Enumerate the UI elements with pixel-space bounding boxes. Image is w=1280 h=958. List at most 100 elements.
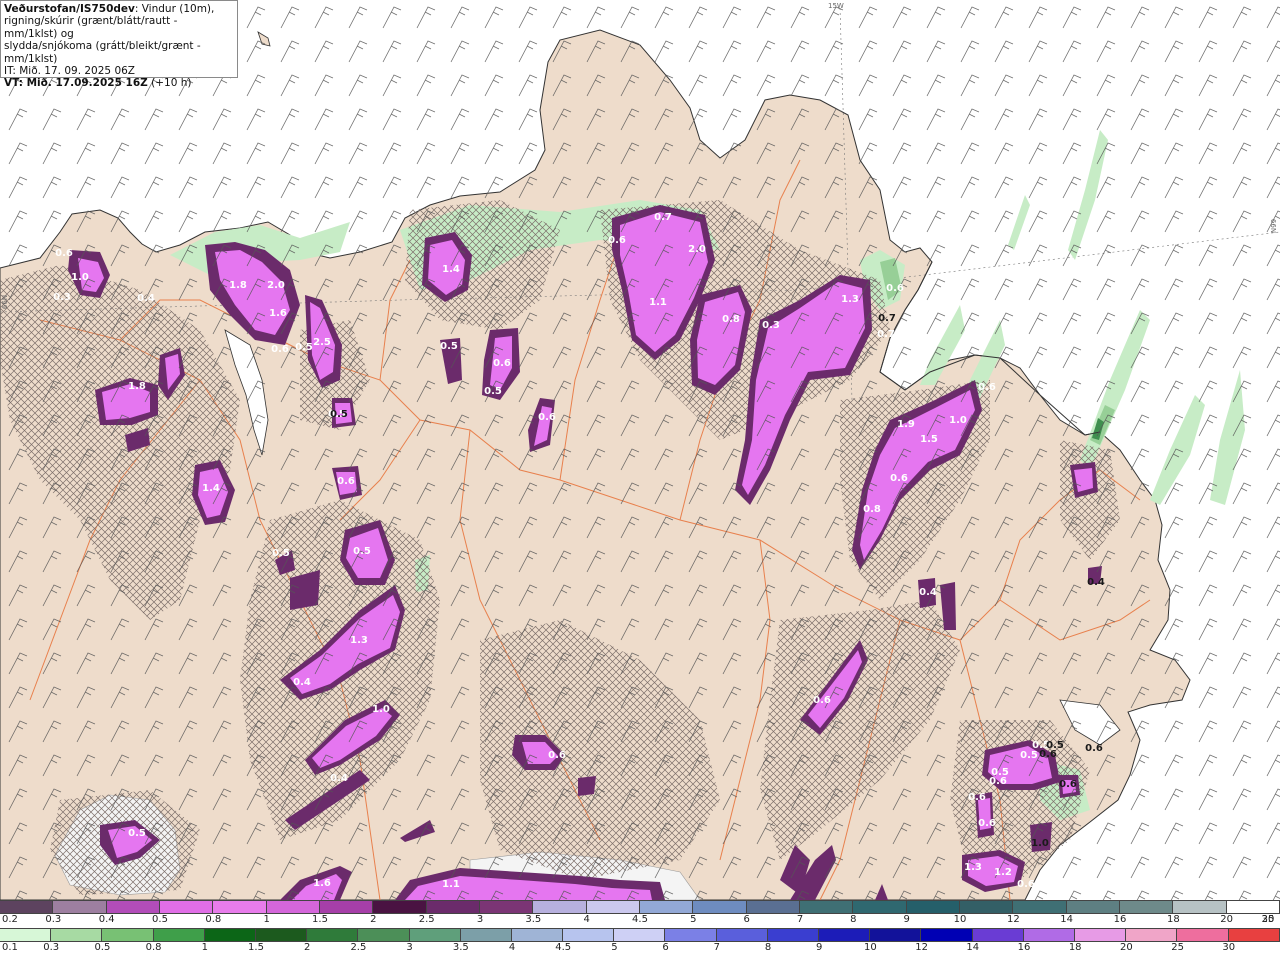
scale-swatch [479, 901, 534, 913]
precip-value-label: 1.1 [649, 297, 667, 308]
rain-color-scale [0, 928, 1280, 942]
scale-swatch [1173, 901, 1227, 913]
precip-value-label: 0.6 [337, 476, 355, 487]
scale-swatch [1066, 901, 1120, 913]
precip-value-label: 0.6 [271, 344, 289, 355]
scale-swatch [767, 929, 819, 941]
scale-tick-label: 7 [713, 942, 720, 953]
scale-tick-label: 10 [864, 942, 877, 953]
scale-tick-label: 3.5 [452, 942, 469, 953]
precip-value-label: 0.5 [440, 341, 458, 352]
scale-tick-label: 0.3 [45, 914, 62, 925]
scale-tick-label: 2.5 [350, 942, 367, 953]
scale-swatch [1013, 901, 1067, 913]
scale-swatch [799, 901, 854, 913]
precip-value-label: 2.0 [688, 244, 706, 255]
scale-tick-label: 14 [966, 942, 980, 953]
scale-tick-label: 0.4 [98, 914, 115, 925]
scale-tick-label: 4.5 [555, 942, 572, 953]
scale-tick-label: 5 [611, 942, 618, 953]
precip-value-label: 0.6 [538, 412, 556, 423]
precip-value-label: 1.3 [350, 635, 368, 646]
precip-value-label: 0.8 [722, 314, 740, 325]
scale-tick-label: 6 [743, 914, 750, 925]
precip-value-label: 0.6 [548, 750, 566, 761]
snow-scale-ticks: 0.2 0.3 0.4 0.5 0.8 1 1.5 2 2.5 3 3.5 4 4.5 5 6 7 8 9 10 12… [0, 913, 1280, 928]
precip-value-label: 0.7 [877, 329, 895, 340]
scale-swatch [533, 901, 587, 913]
scale-tick-label: 20 [1220, 914, 1234, 925]
scale-tick-label: 4 [508, 942, 516, 953]
issue-time: IT: Mið. 17. 09. 2025 06Z [4, 65, 135, 78]
scale-tick-label: 16 [1017, 942, 1031, 953]
precip-value-label: 0.6 [1085, 743, 1103, 754]
scale-swatch [373, 901, 427, 913]
scale-tick-label: 8 [850, 914, 857, 925]
precip-value-label: 0.6 [608, 235, 626, 246]
lead-time: (+10 h) [147, 77, 192, 90]
scale-tick-label: 0.5 [152, 914, 168, 925]
scale-swatch [1126, 929, 1178, 941]
scale-tick-label: 3 [406, 942, 413, 953]
precip-value-label: 0.6 [978, 382, 996, 393]
precip-value-label: 0.5 [128, 828, 146, 839]
scale-swatch [0, 901, 54, 913]
scale-swatch [614, 929, 666, 941]
scale-tick-label: 0.8 [145, 942, 162, 953]
precip-value-label: 1.8 [128, 381, 146, 392]
snow-color-scale [0, 900, 1280, 914]
product-description-line3: slydda/snjókoma (grátt/bleikt/grænt - mm… [4, 40, 201, 65]
precip-value-label: 0.3 [762, 320, 780, 331]
scale-swatch [746, 901, 800, 913]
precip-value-label: 0.5 [295, 342, 313, 353]
scale-swatch [0, 929, 52, 941]
precip-value-label: 1.2 [994, 867, 1012, 878]
scale-tick-label: 2 [370, 914, 377, 925]
scale-tick-label: 14 [1060, 914, 1074, 925]
scale-swatch [1226, 901, 1280, 913]
scale-swatch [266, 901, 320, 913]
scale-swatch [1228, 929, 1280, 941]
precip-value-label: 1.0 [71, 272, 89, 283]
scale-swatch [204, 929, 256, 941]
precip-value-label: 0.5 [1020, 750, 1038, 761]
scale-swatch [1119, 901, 1174, 913]
scale-swatch [665, 929, 717, 941]
valid-time: VT: Mið. 17.09.2025 16Z [4, 77, 148, 90]
scale-swatch [1023, 929, 1075, 941]
precip-value-label: 0.6 [886, 283, 904, 294]
precip-value-label: 1.3 [841, 294, 859, 305]
scale-swatch [972, 929, 1024, 941]
precip-value-label: 0.6 [968, 792, 986, 803]
scale-tick-label: 1.5 [312, 914, 328, 925]
scale-swatch [1074, 929, 1127, 941]
precip-value-label: 0.6 [493, 358, 511, 369]
scale-swatch [159, 901, 214, 913]
scale-tick-label: 1 [263, 914, 270, 925]
scale-tick-label: 3 [476, 914, 484, 925]
scale-swatch [819, 929, 871, 941]
scale-tick-label: 4 [583, 914, 590, 925]
precip-value-label: 0.6 [813, 695, 831, 706]
precip-value-label: 1.1 [442, 879, 460, 890]
precip-value-label: 1.8 [229, 280, 247, 291]
grid-label-66n-left: 66N [1, 294, 10, 310]
forecast-info-box: Veðurstofan/IS750dev: Vindur (10m), rign… [0, 0, 238, 89]
rain-scale-ticks: 0.1 0.3 0.5 0.8 1 1.5 2 2.5 3 3.5 4 4.5 5 6 7 8 9 10 12 14 1… [0, 941, 1280, 956]
scale-tick-label: 9 [903, 914, 910, 925]
precip-value-label: 0.6 [1039, 749, 1057, 760]
precip-value-label: 0.4 [1087, 577, 1105, 588]
scale-swatch [906, 901, 960, 913]
precip-value-label: 1.0 [372, 704, 390, 715]
scale-tick-label: 18 [1068, 942, 1082, 953]
precip-value-label: 0.6 [890, 473, 908, 484]
scale-tick-label: 5 [690, 914, 697, 925]
scale-tick-label: 1 [201, 942, 208, 953]
scale-swatch [959, 901, 1014, 913]
scale-tick-label: 0.5 [94, 942, 111, 953]
scale-tick-label: 4.5 [632, 914, 648, 925]
scale-tick-label: 18 [1166, 914, 1180, 925]
scale-tick-label: 25 [1171, 942, 1184, 953]
scale-tick-label: 7 [796, 914, 804, 925]
scale-tick-label: 30 [1222, 942, 1236, 953]
